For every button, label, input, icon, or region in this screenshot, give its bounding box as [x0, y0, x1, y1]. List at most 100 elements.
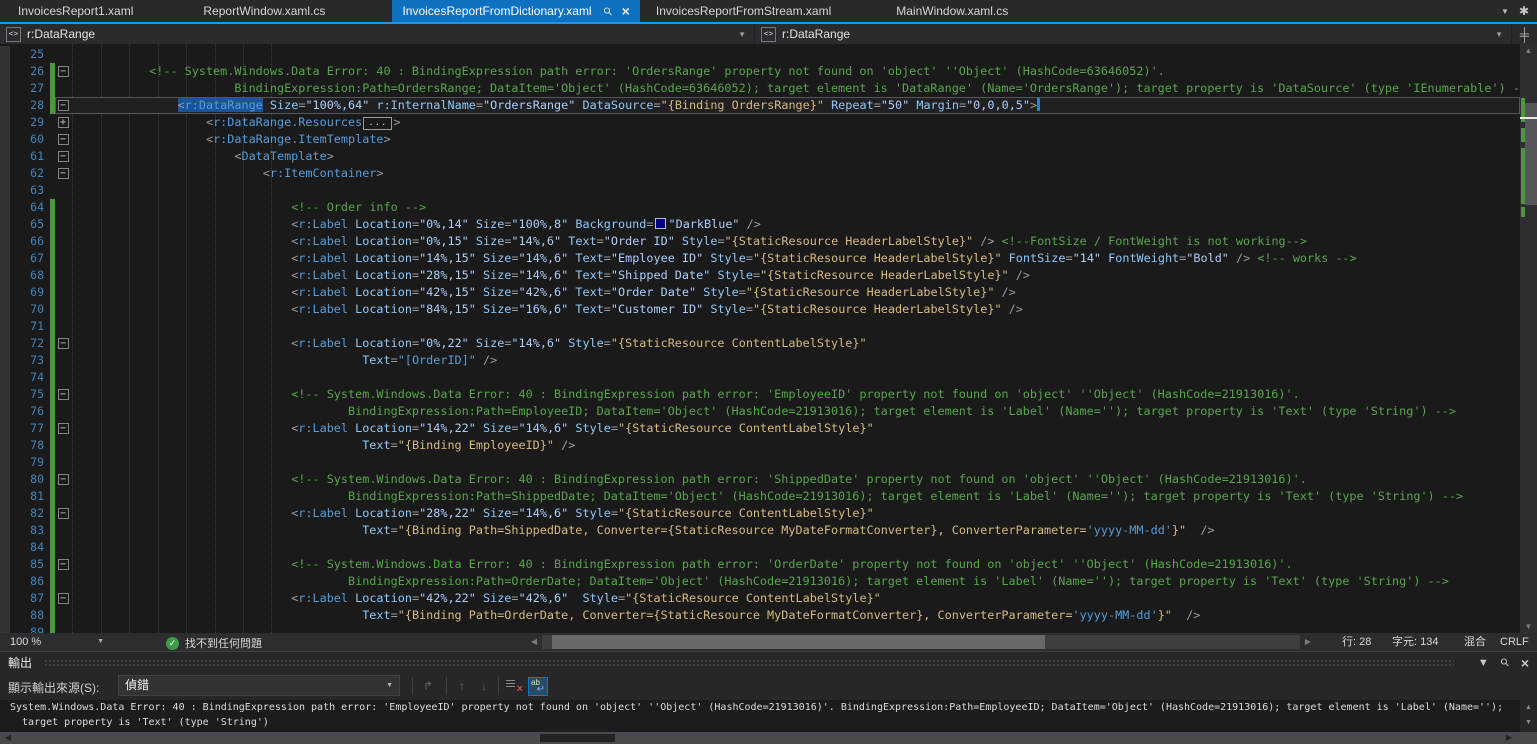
- scroll-right-icon[interactable]: ▶: [1302, 635, 1314, 649]
- collapse-region-icon[interactable]: −: [58, 168, 69, 179]
- pin-icon[interactable]: ⚲: [1497, 655, 1512, 670]
- scroll-left-icon[interactable]: ◀: [2, 732, 14, 744]
- pin-icon[interactable]: ⚲: [600, 4, 615, 19]
- breakpoint-margin[interactable]: [0, 80, 10, 97]
- code-text[interactable]: Text="{Binding Path=OrderDate, Converter…: [71, 607, 1520, 624]
- code-text[interactable]: [71, 539, 1520, 556]
- breakpoint-margin[interactable]: [0, 488, 10, 505]
- code-text[interactable]: <r:DataRange Size="100%,64" r:InternalNa…: [71, 97, 1520, 114]
- breakpoint-margin[interactable]: [0, 352, 10, 369]
- code-text[interactable]: <r:Label Location="0%,14" Size="100%,8" …: [71, 216, 1520, 233]
- breakpoint-margin[interactable]: [0, 505, 10, 522]
- code-text[interactable]: <!-- System.Windows.Data Error: 40 : Bin…: [71, 63, 1520, 80]
- code-editor[interactable]: 2526− <!-- System.Windows.Data Error: 40…: [0, 44, 1537, 633]
- scroll-left-icon[interactable]: ◀: [528, 635, 540, 649]
- collapse-region-icon[interactable]: −: [58, 593, 69, 604]
- editor-tab[interactable]: InvoicesReportFromDictionary.xaml⚲×: [392, 0, 639, 22]
- previous-message-icon[interactable]: ↑: [452, 677, 472, 696]
- collapse-region-icon[interactable]: −: [58, 559, 69, 570]
- code-text[interactable]: <r:DataRange.Resources...>: [71, 114, 1520, 131]
- breakpoint-margin[interactable]: [0, 97, 10, 114]
- code-text[interactable]: <r:Label Location="42%,15" Size="42%,6" …: [71, 284, 1520, 301]
- breakpoint-margin[interactable]: [0, 454, 10, 471]
- code-text[interactable]: <r:Label Location="28%,15" Size="14%,6" …: [71, 267, 1520, 284]
- close-icon[interactable]: ×: [1521, 655, 1529, 671]
- scroll-up-icon[interactable]: ▲: [1521, 702, 1536, 714]
- zoom-dropdown[interactable]: 100 % ▼: [0, 633, 112, 651]
- breakpoint-margin[interactable]: [0, 216, 10, 233]
- code-text[interactable]: <!-- System.Windows.Data Error: 40 : Bin…: [71, 556, 1520, 573]
- code-text[interactable]: <r:Label Location="0%,15" Size="14%,6" T…: [71, 233, 1520, 250]
- editor-tab[interactable]: InvoicesReportFromStream.xaml: [646, 0, 841, 22]
- editor-vertical-scrollbar[interactable]: ▲ ▼: [1520, 44, 1537, 633]
- breakpoint-margin[interactable]: [0, 437, 10, 454]
- goto-source-icon[interactable]: ↱: [418, 677, 438, 696]
- code-text[interactable]: <r:Label Location="42%,22" Size="42%,6" …: [71, 590, 1520, 607]
- collapse-region-icon[interactable]: −: [58, 508, 69, 519]
- collapse-region-icon[interactable]: −: [58, 389, 69, 400]
- code-text[interactable]: Text="{Binding Path=ShippedDate, Convert…: [71, 522, 1520, 539]
- breakpoint-margin[interactable]: [0, 403, 10, 420]
- breakpoint-margin[interactable]: [0, 369, 10, 386]
- breakpoint-margin[interactable]: [0, 46, 10, 63]
- collapse-region-icon[interactable]: −: [58, 66, 69, 77]
- output-log-text[interactable]: System.Windows.Data Error: 40 : BindingE…: [0, 700, 1520, 733]
- code-text[interactable]: <r:Label Location="0%,22" Size="14%,6" S…: [71, 335, 1520, 352]
- collapse-region-icon[interactable]: −: [58, 134, 69, 145]
- split-editor-icon[interactable]: ╪: [1512, 24, 1537, 44]
- breakpoint-margin[interactable]: [0, 624, 10, 633]
- code-text[interactable]: BindingExpression:Path=ShippedDate; Data…: [71, 488, 1520, 505]
- breakpoint-margin[interactable]: [0, 233, 10, 250]
- editor-horizontal-scrollbar[interactable]: [542, 635, 1300, 649]
- code-text[interactable]: [71, 46, 1520, 63]
- editor-tab[interactable]: MainWindow.xaml.cs: [886, 0, 1018, 22]
- code-text[interactable]: [71, 318, 1520, 335]
- breakpoint-margin[interactable]: [0, 182, 10, 199]
- breakpoint-margin[interactable]: [0, 284, 10, 301]
- code-text[interactable]: Text="{Binding EmployeeID}" />: [71, 437, 1520, 454]
- breakpoint-margin[interactable]: [0, 607, 10, 624]
- breakpoint-margin[interactable]: [0, 63, 10, 80]
- code-text[interactable]: [71, 454, 1520, 471]
- output-horizontal-scrollbar[interactable]: ◀ ▶: [0, 732, 1537, 744]
- breakpoint-margin[interactable]: [0, 539, 10, 556]
- code-text[interactable]: [71, 369, 1520, 386]
- breakpoint-margin[interactable]: [0, 199, 10, 216]
- scroll-right-icon[interactable]: ▶: [1503, 732, 1515, 744]
- output-source-dropdown[interactable]: 偵錯 ▼: [118, 675, 400, 696]
- code-text[interactable]: BindingExpression:Path=EmployeeID; DataI…: [71, 403, 1520, 420]
- nav-element-dropdown-right[interactable]: <> r:DataRange ▼: [755, 24, 1512, 44]
- gear-icon[interactable]: ✱: [1519, 4, 1529, 18]
- breakpoint-margin[interactable]: [0, 267, 10, 284]
- next-message-icon[interactable]: ↓: [474, 677, 494, 696]
- editor-tab[interactable]: InvoicesReport1.xaml: [8, 0, 143, 22]
- breakpoint-margin[interactable]: [0, 250, 10, 267]
- breakpoint-margin[interactable]: [0, 420, 10, 437]
- code-text[interactable]: [71, 624, 1520, 633]
- code-text[interactable]: <r:Label Location="28%,22" Size="14%,6" …: [71, 505, 1520, 522]
- editor-tab[interactable]: ReportWindow.xaml.cs: [193, 0, 335, 22]
- collapse-region-icon[interactable]: −: [58, 151, 69, 162]
- collapse-region-icon[interactable]: −: [58, 338, 69, 349]
- code-text[interactable]: <!-- Order info -->: [71, 199, 1520, 216]
- code-text[interactable]: BindingExpression:Path=OrderDate; DataIt…: [71, 573, 1520, 590]
- code-text[interactable]: <!-- System.Windows.Data Error: 40 : Bin…: [71, 386, 1520, 403]
- code-text[interactable]: [71, 182, 1520, 199]
- scroll-down-icon[interactable]: ▼: [1520, 620, 1537, 633]
- code-text[interactable]: <!-- System.Windows.Data Error: 40 : Bin…: [71, 471, 1520, 488]
- code-text[interactable]: <r:Label Location="14%,22" Size="14%,6" …: [71, 420, 1520, 437]
- collapse-region-icon[interactable]: −: [58, 100, 69, 111]
- clear-all-icon[interactable]: ×: [504, 677, 524, 696]
- active-files-dropdown-icon[interactable]: ▼: [1501, 7, 1509, 16]
- breakpoint-margin[interactable]: [0, 335, 10, 352]
- collapse-region-icon[interactable]: −: [58, 474, 69, 485]
- breakpoint-margin[interactable]: [0, 318, 10, 335]
- breakpoint-margin[interactable]: [0, 301, 10, 318]
- scrollbar-thumb[interactable]: [552, 635, 1045, 649]
- breakpoint-margin[interactable]: [0, 114, 10, 131]
- close-icon[interactable]: ×: [622, 6, 630, 16]
- scroll-down-icon[interactable]: ▼: [1521, 717, 1536, 729]
- breakpoint-margin[interactable]: [0, 165, 10, 182]
- collapsed-code-box[interactable]: ...: [363, 117, 392, 130]
- breakpoint-margin[interactable]: [0, 590, 10, 607]
